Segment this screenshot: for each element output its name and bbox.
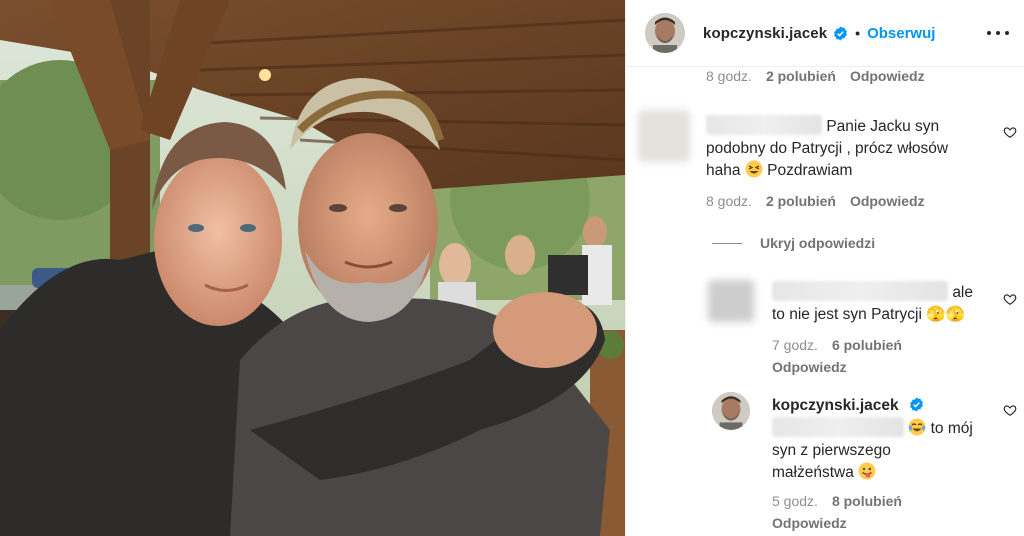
reply-time: 5 godz. (772, 493, 818, 509)
reply-button[interactable]: Odpowiedz (772, 359, 847, 375)
follow-button[interactable]: Obserwuj (867, 25, 935, 42)
heart-icon[interactable] (1003, 403, 1017, 417)
photo-illustration (0, 0, 625, 536)
hide-replies-label: Ukryj odpowiedzi (760, 235, 876, 251)
reply-line: małżeństwa (772, 464, 854, 481)
author-reply-avatar[interactable] (712, 392, 750, 430)
author-reply-avatar-image (712, 392, 750, 430)
author-reply-text: kopczynski.jacek to mój syn z pierwszego… (772, 395, 992, 484)
reply-emoji: 🫣🫣 (926, 306, 965, 323)
tears-of-joy-emoji-icon (908, 418, 926, 436)
verified-badge-icon (834, 25, 848, 41)
reply-line: syn z pierwszego (772, 442, 891, 459)
reply-meta: 7 godz. 6 polubień (772, 337, 902, 353)
separator-dot: • (855, 25, 861, 41)
reply-time: 7 godz. (772, 337, 818, 353)
comment-likes[interactable]: 2 polubień (766, 68, 836, 84)
reply-line: to nie jest syn Patrycji (772, 306, 922, 323)
heart-icon[interactable] (1003, 292, 1017, 306)
reply-button[interactable]: Odpowiedz (850, 68, 925, 84)
replier-name-blurred[interactable] (772, 281, 948, 301)
reply-likes[interactable]: 6 polubień (832, 337, 902, 353)
grinning-squinting-emoji-icon (745, 160, 763, 178)
more-options-icon[interactable] (987, 22, 1009, 44)
author-username[interactable]: kopczynski.jacek (703, 25, 827, 42)
tongue-out-emoji-icon (858, 462, 876, 480)
post-photo[interactable] (0, 0, 625, 536)
verified-badge-icon (910, 397, 923, 412)
comments-panel: kopczynski.jacek • Obserwuj 8 godz. 2 pol… (625, 0, 1024, 536)
comment-likes[interactable]: 2 polubień (766, 193, 836, 209)
comment-time: 8 godz. (706, 193, 752, 209)
mentioned-user-blurred[interactable] (772, 417, 904, 437)
reply-button[interactable]: Odpowiedz (850, 193, 925, 209)
reply-line: to mój (930, 420, 973, 437)
divider-line (712, 242, 742, 244)
hide-replies-button[interactable]: Ukryj odpowiedzi (712, 235, 875, 251)
comment-meta: 8 godz. 2 polubień Odpowiedz (706, 193, 925, 209)
comment-text: Panie Jacku syn podobny do Patrycji , pr… (706, 115, 996, 182)
reply-line: ale (952, 284, 973, 301)
comment-time: 8 godz. (706, 68, 752, 84)
author-reply-username[interactable]: kopczynski.jacek (772, 397, 899, 414)
comment-line: podobny do Patrycji , prócz włosów (706, 140, 949, 157)
replier-avatar-blurred[interactable] (708, 280, 754, 322)
comment-meta-previous: 8 godz. 2 polubień Odpowiedz (706, 68, 925, 84)
heart-icon[interactable] (1003, 125, 1017, 139)
author-avatar[interactable] (645, 13, 685, 53)
author-reply-meta-row2: Odpowiedz (772, 515, 847, 531)
commenter-name-blurred[interactable] (706, 115, 822, 135)
reply-likes[interactable]: 8 polubień (832, 493, 902, 509)
reply-text: ale to nie jest syn Patrycji 🫣🫣 (772, 281, 987, 326)
author-reply-meta: 5 godz. 8 polubień (772, 493, 902, 509)
author-avatar-image (645, 13, 685, 53)
reply-meta-row2: Odpowiedz (772, 359, 847, 375)
reply-button[interactable]: Odpowiedz (772, 515, 847, 531)
comment-line: Panie Jacku syn (826, 118, 940, 135)
comment-line: Pozdrawiam (767, 162, 853, 179)
post-header: kopczynski.jacek • Obserwuj (626, 0, 1024, 67)
commenter-avatar-blurred[interactable] (638, 110, 690, 162)
comment-line: haha (706, 162, 741, 179)
